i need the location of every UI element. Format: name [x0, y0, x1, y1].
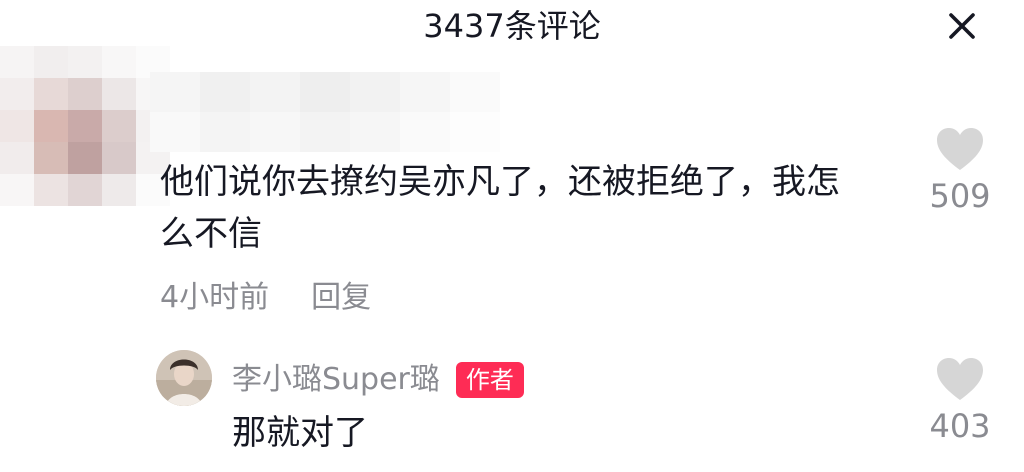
blurred-username[interactable] [150, 72, 500, 152]
comment-like[interactable]: 509 [915, 126, 1005, 216]
reply-text: 那就对了 [232, 413, 368, 453]
heart-icon[interactable] [935, 126, 985, 172]
reply-like[interactable]: 403 [915, 356, 1005, 446]
like-count: 403 [929, 407, 991, 445]
comment-time: 4小时前 [160, 280, 270, 315]
author-badge: 作者 [455, 362, 524, 398]
blurred-avatar[interactable] [0, 46, 170, 206]
comments-title: 3437条评论 [423, 7, 601, 45]
comment-meta: 4小时前 回复 [160, 276, 371, 320]
close-button[interactable] [942, 6, 982, 46]
avatar[interactable] [156, 350, 212, 406]
reply-button[interactable]: 回复 [311, 280, 371, 315]
avatar-image [156, 350, 212, 406]
heart-icon[interactable] [935, 356, 985, 402]
reply-header: 李小璐Super璐 作者 [232, 358, 524, 402]
like-count: 509 [929, 177, 991, 215]
comment-text: 他们说你去撩约吴亦凡了，还被拒绝了，我怎么不信 [160, 162, 840, 254]
reply-username[interactable]: 李小璐Super璐 [232, 360, 440, 400]
close-icon [949, 13, 975, 39]
